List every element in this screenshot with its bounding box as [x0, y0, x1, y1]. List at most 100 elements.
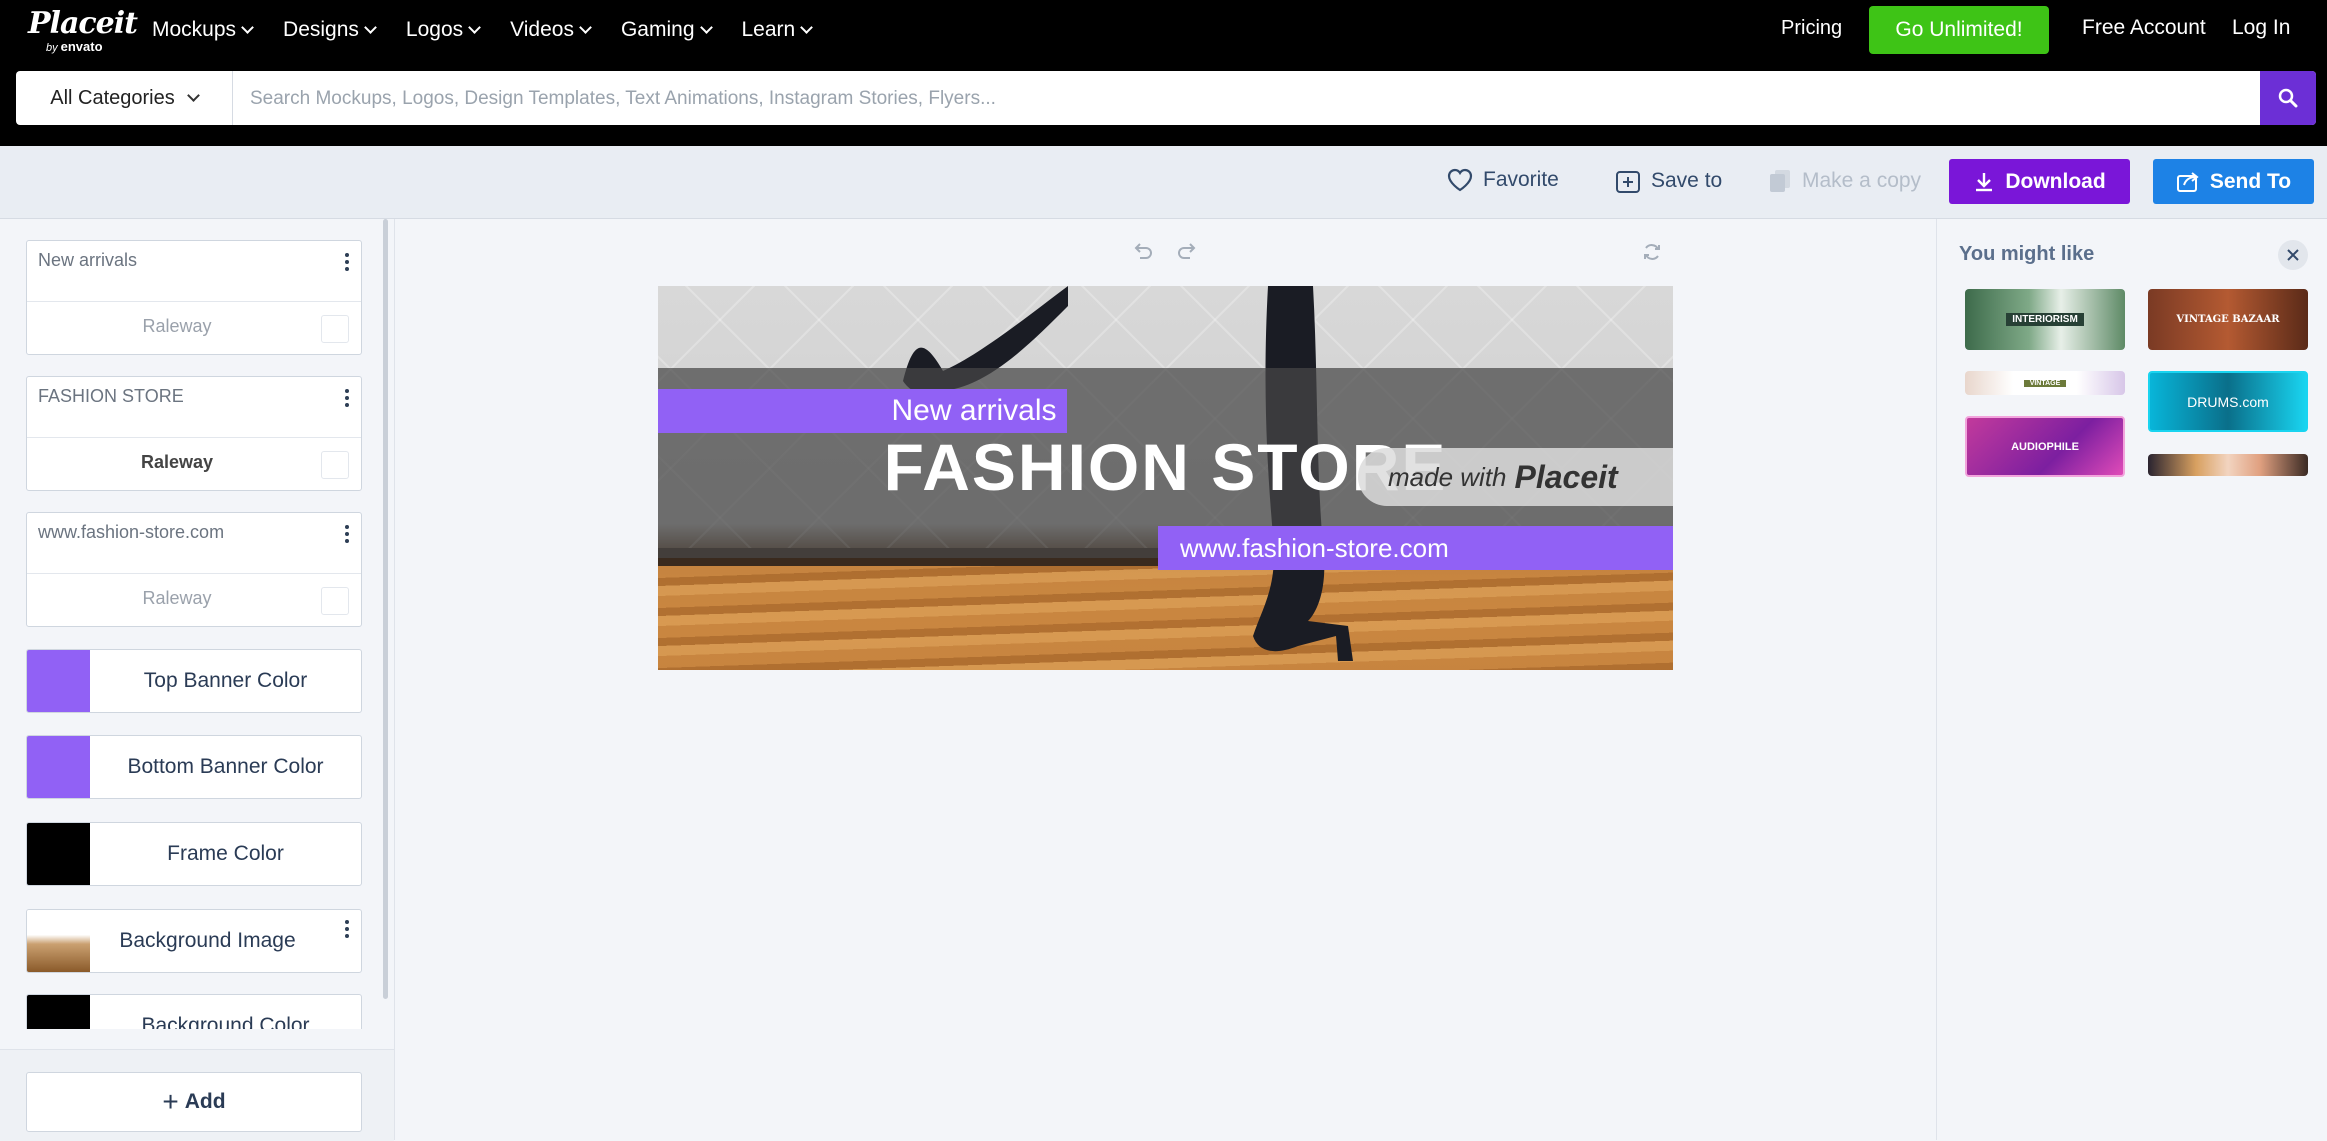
download-icon: [1976, 172, 1993, 191]
suggestion-thumbnail[interactable]: DRUMS.com: [2148, 371, 2308, 432]
go-unlimited-button[interactable]: Go Unlimited!: [1869, 6, 2049, 54]
download-button[interactable]: Download: [1949, 159, 2130, 204]
suggestion-thumbnail[interactable]: INTERIORISM: [1965, 289, 2125, 350]
text-layer-input[interactable]: www.fashion-store.com: [38, 522, 224, 543]
suggestion-thumbnail[interactable]: VINTAGE BAZAAR: [2148, 289, 2308, 350]
top-banner-color-layer[interactable]: Top Banner Color: [26, 649, 362, 713]
more-options-icon[interactable]: [345, 920, 349, 941]
share-icon: [2176, 171, 2199, 192]
background-color-layer[interactable]: Background Color: [26, 994, 362, 1029]
divider: [27, 573, 361, 574]
background-image-thumbnail[interactable]: [27, 910, 90, 972]
text-layer-new-arrivals[interactable]: New arrivals Raleway: [26, 240, 362, 355]
refresh-icon: [1644, 244, 1660, 260]
thumbnail-label: VINTAGE: [2023, 379, 2067, 387]
suggestion-thumbnail[interactable]: VINTAGE: [1965, 371, 2125, 395]
text-layer-website[interactable]: www.fashion-store.com Raleway: [26, 512, 362, 627]
nav-mockups[interactable]: Mockups: [152, 18, 254, 42]
color-swatch[interactable]: [27, 736, 90, 798]
search-button[interactable]: [2260, 71, 2316, 125]
undo-icon: [1134, 243, 1152, 259]
bottom-banner[interactable]: www.fashion-store.com: [1158, 526, 1673, 570]
chevron-down-icon: [364, 21, 377, 34]
chevron-down-icon: [699, 21, 713, 34]
layers-list[interactable]: New arrivals Raleway FASHION STORE Ralew…: [0, 219, 394, 1029]
suggestion-thumbnail[interactable]: AUDIOPHILE: [1965, 416, 2125, 477]
color-swatch[interactable]: [27, 823, 90, 885]
send-to-button[interactable]: Send To: [2153, 159, 2314, 204]
reset-button[interactable]: [1640, 240, 1664, 269]
scrollbar[interactable]: [383, 219, 388, 999]
undo-button[interactable]: [1131, 240, 1155, 269]
nav-learn[interactable]: Learn: [742, 18, 814, 42]
chevron-down-icon: [800, 21, 814, 34]
suggestion-thumbnail[interactable]: [2148, 454, 2308, 476]
heart-icon: [1447, 168, 1473, 192]
login-link[interactable]: Log In: [2232, 16, 2290, 40]
chevron-down-icon: [468, 21, 481, 34]
background-image-layer[interactable]: Background Image: [26, 909, 362, 973]
add-layer-button[interactable]: + Add: [26, 1072, 362, 1132]
search-input[interactable]: [234, 71, 2082, 127]
favorite-button[interactable]: Favorite: [1447, 168, 1559, 192]
save-to-button[interactable]: Save to: [1615, 168, 1722, 194]
category-select-label: All Categories: [50, 86, 175, 109]
add-to-folder-icon: [1616, 171, 1640, 193]
nav-logos[interactable]: Logos: [406, 18, 481, 42]
frame-color-layer[interactable]: Frame Color: [26, 822, 362, 886]
chevron-down-icon: [241, 21, 254, 34]
editor-toolbar: Favorite Save to Make a copy Download Se…: [0, 146, 2327, 219]
text-color-swatch[interactable]: [321, 315, 349, 343]
placeit-logo[interactable]: Placeit by envato: [28, 6, 138, 54]
font-select[interactable]: Raleway: [27, 452, 327, 473]
search-box: All Categories: [16, 71, 2316, 127]
nav-gaming[interactable]: Gaming: [621, 18, 713, 42]
text-color-swatch[interactable]: [321, 451, 349, 479]
text-layer-fashion-store[interactable]: FASHION STORE Raleway: [26, 376, 362, 491]
more-options-icon[interactable]: [345, 253, 349, 274]
design-preview[interactable]: New arrivals FASHION STORE made with Plac…: [658, 286, 1673, 670]
free-account-link[interactable]: Free Account: [2082, 16, 2206, 40]
more-options-icon[interactable]: [345, 389, 349, 410]
layer-label: Background Color: [141, 1014, 310, 1029]
color-swatch[interactable]: [27, 650, 90, 712]
thumbnail-label: INTERIORISM: [2006, 313, 2084, 326]
redo-button[interactable]: [1175, 240, 1199, 269]
layer-label: Frame Color: [167, 842, 284, 865]
copy-icon: [1770, 170, 1790, 192]
thumbnail-label: AUDIOPHILE: [2011, 440, 2079, 453]
text-color-swatch[interactable]: [321, 587, 349, 615]
category-select[interactable]: All Categories: [16, 71, 233, 125]
chevron-down-icon: [579, 21, 592, 34]
font-select[interactable]: Raleway: [27, 588, 327, 609]
make-copy-button[interactable]: Make a copy: [1768, 168, 1921, 194]
top-navbar: Placeit by envato Mockups Designs Logos V…: [0, 0, 2327, 60]
placeit-watermark: made with Placeit: [1358, 448, 1673, 506]
thumbnail-label: VINTAGE BAZAAR: [2176, 314, 2280, 325]
divider: [27, 301, 361, 302]
text-layer-input[interactable]: New arrivals: [38, 250, 137, 271]
suggestions-title: You might like: [1959, 243, 2095, 265]
bottom-banner-color-layer[interactable]: Bottom Banner Color: [26, 735, 362, 799]
logo-subtext: by envato: [46, 39, 103, 54]
close-icon: [2287, 249, 2299, 261]
logo-text: Placeit: [28, 6, 138, 41]
pricing-link[interactable]: Pricing: [1781, 17, 1842, 40]
search-bar-row: All Categories: [0, 60, 2327, 146]
layer-label: Background Image: [119, 929, 296, 952]
wood-floor: [658, 566, 1673, 670]
top-banner-text[interactable]: New arrivals: [881, 389, 1067, 433]
layers-panel: New arrivals Raleway FASHION STORE Ralew…: [0, 219, 395, 1141]
suggestions-panel: You might like INTERIORISM VINTAGE BAZAA…: [1936, 219, 2327, 1140]
bottom-banner-text[interactable]: www.fashion-store.com: [1180, 533, 1449, 564]
more-options-icon[interactable]: [345, 525, 349, 546]
text-layer-input[interactable]: FASHION STORE: [38, 386, 184, 407]
close-button[interactable]: [2278, 240, 2308, 270]
color-swatch[interactable]: [27, 995, 90, 1029]
thumbnail-label: DRUMS.com: [2187, 393, 2269, 410]
layer-label: Top Banner Color: [143, 669, 308, 692]
nav-designs[interactable]: Designs: [283, 18, 377, 42]
font-select[interactable]: Raleway: [27, 316, 327, 337]
nav-videos[interactable]: Videos: [510, 18, 592, 42]
chevron-down-icon: [186, 89, 200, 102]
